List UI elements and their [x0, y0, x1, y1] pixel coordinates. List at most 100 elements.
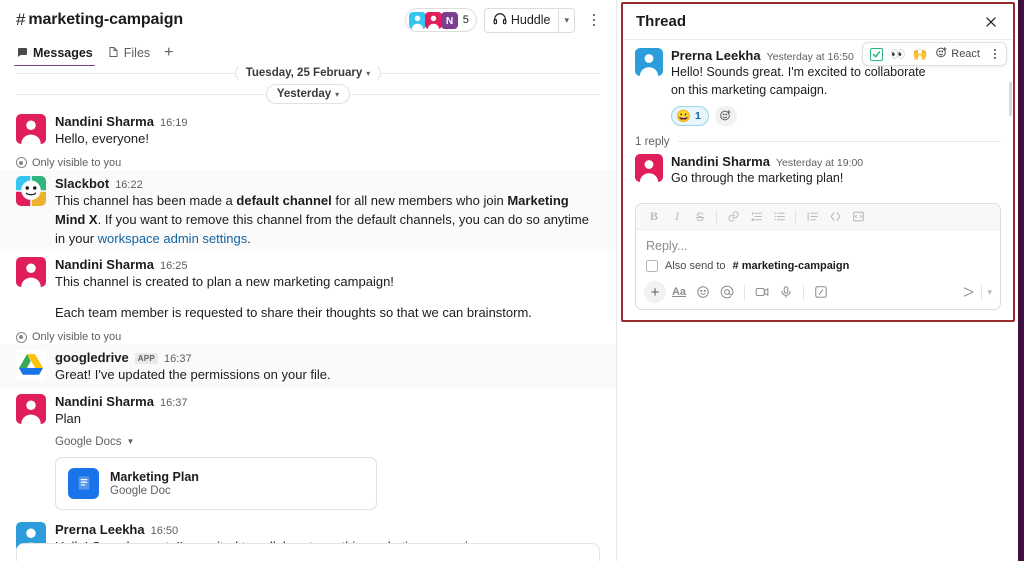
message-text: This channel has been made a default cha…: [55, 192, 600, 249]
chevron-down-icon: ▾: [366, 68, 371, 78]
link-icon[interactable]: [723, 207, 743, 227]
formatting-icon[interactable]: Aa: [668, 281, 690, 303]
chevron-down-icon[interactable]: ▾: [558, 8, 574, 32]
slackbot-text-part1: This channel has been made a: [55, 192, 237, 208]
blockquote-icon[interactable]: [802, 207, 822, 227]
message-item[interactable]: Nandini Sharma 16:25 This channel is cre…: [0, 251, 616, 326]
members-count: 5: [462, 14, 469, 26]
message-author[interactable]: googledrive: [55, 350, 129, 365]
bulleted-list-icon[interactable]: [769, 207, 789, 227]
message-author[interactable]: Prerna Leekha: [671, 48, 761, 63]
message-item[interactable]: Nandini Sharma 16:37 Plan Google Docs ▼ …: [0, 388, 616, 513]
chevron-down-icon[interactable]: ▾: [981, 284, 992, 300]
shortcuts-icon[interactable]: [810, 281, 832, 303]
thread-reply-message[interactable]: Nandini Sharma Yesterday at 19:00 Go thr…: [623, 152, 1013, 190]
grinning-face-icon: 😀: [676, 108, 691, 123]
file-attachment-card[interactable]: Marketing Plan Google Doc: [55, 456, 377, 510]
info-icon: [16, 157, 27, 169]
members-button[interactable]: N 5: [404, 8, 477, 32]
strikethrough-icon[interactable]: S: [690, 207, 710, 227]
message-item[interactable]: googledrive APP 16:37 Great! I've update…: [0, 344, 616, 388]
thread-body[interactable]: 👀 🙌 React Prerna Leekha Yesterday at 16:…: [623, 40, 1013, 195]
message-author[interactable]: Nandini Sharma: [671, 154, 770, 169]
avatar: [635, 48, 663, 76]
close-icon[interactable]: [979, 10, 1003, 34]
message-item[interactable]: Nandini Sharma 16:19 Hello, everyone!: [0, 108, 616, 152]
code-block-icon[interactable]: [848, 207, 868, 227]
message-time: 16:37: [164, 353, 192, 366]
message-item[interactable]: Slackbot 16:22 This channel has been mad…: [0, 169, 616, 252]
message-header: Nandini Sharma 16:25: [55, 257, 600, 272]
also-send-channel: # marketing-campaign: [732, 260, 850, 272]
message-text: Hello! Sounds great. I'm excited to coll…: [671, 65, 926, 97]
message-author[interactable]: Prerna Leekha: [55, 522, 145, 537]
avatar: [16, 350, 46, 381]
chevron-down-icon: ▼: [126, 437, 135, 447]
channel-message-composer[interactable]: [16, 543, 600, 561]
messages-icon: [16, 46, 28, 61]
message-author[interactable]: Nandini Sharma: [55, 394, 154, 409]
message-body: googledrive APP 16:37 Great! I've update…: [55, 350, 600, 385]
code-icon[interactable]: [825, 207, 845, 227]
slack-app-window: # marketing-campaign N 5 Huddle ▾ Messag…: [0, 0, 1024, 561]
bold-icon[interactable]: B: [644, 207, 664, 227]
message-header: Nandini Sharma 16:19: [55, 114, 600, 129]
message-text: Plan: [55, 410, 82, 426]
add-reaction-button[interactable]: [714, 105, 737, 126]
message-time: Yesterday at 19:00: [775, 156, 864, 169]
italic-icon[interactable]: I: [667, 207, 687, 227]
plus-icon[interactable]: +: [644, 281, 666, 303]
composer-actions: + Aa ▾: [636, 278, 1000, 309]
send-icon[interactable]: [957, 281, 981, 303]
channel-more-button[interactable]: [582, 8, 606, 32]
also-send-row[interactable]: Also send to # marketing-campaign: [636, 258, 1000, 278]
message-header: Nandini Sharma 16:37: [55, 394, 600, 409]
channel-tabs: Messages Files +: [0, 40, 616, 67]
files-icon: [107, 46, 119, 61]
message-text: Hello, everyone!: [55, 131, 149, 146]
reaction-count: 1: [694, 109, 701, 122]
thread-scrollbar[interactable]: [1009, 82, 1012, 116]
date-pill-tuesday[interactable]: Tuesday, 25 February ▾: [234, 66, 382, 80]
date-pill-yesterday-label: Yesterday: [276, 88, 332, 100]
message-time: 16:22: [115, 178, 143, 191]
also-send-label: Also send to: [665, 260, 726, 272]
message-list[interactable]: Tuesday, 25 February ▾ Yesterday ▾ Nandi…: [0, 66, 616, 561]
file-source-label[interactable]: Google Docs ▼: [55, 436, 600, 448]
formatting-toolbar: B I S: [636, 204, 1000, 230]
message-time: 16:25: [159, 260, 188, 273]
channel-name: marketing-campaign: [28, 11, 184, 28]
ordered-list-icon[interactable]: [746, 207, 766, 227]
channel-title[interactable]: # marketing-campaign: [16, 10, 183, 30]
file-name: Marketing Plan: [110, 469, 199, 484]
message-header: Nandini Sharma Yesterday at 19:00: [671, 154, 1001, 169]
video-icon[interactable]: [751, 281, 773, 303]
message-time: 16:19: [159, 117, 188, 129]
app-badge: APP: [134, 353, 159, 365]
mention-icon[interactable]: [716, 281, 738, 303]
huddle-main[interactable]: Huddle: [485, 9, 559, 32]
add-tab-button[interactable]: +: [164, 45, 173, 61]
message-author[interactable]: Slackbot: [55, 176, 109, 191]
microphone-icon[interactable]: [775, 281, 797, 303]
message-body: Prerna Leekha Yesterday at 16:50 Hello! …: [671, 48, 929, 126]
reply-input[interactable]: Reply...: [636, 230, 1000, 258]
also-send-checkbox[interactable]: [646, 260, 658, 272]
tab-messages-label: Messages: [33, 46, 93, 60]
message-author[interactable]: Nandini Sharma: [55, 114, 154, 129]
huddle-button[interactable]: Huddle ▾: [483, 7, 575, 33]
thread-title: Thread: [636, 13, 687, 30]
message-author[interactable]: Nandini Sharma: [55, 257, 154, 272]
reaction-chip[interactable]: 😀 1: [671, 105, 709, 126]
date-pill-yesterday[interactable]: Yesterday ▾: [265, 84, 351, 104]
avatar: [16, 114, 46, 144]
emoji-icon[interactable]: [692, 281, 714, 303]
tab-messages[interactable]: Messages: [14, 40, 95, 67]
action-divider: [803, 284, 804, 300]
message-body: Nandini Sharma 16:37 Plan Google Docs ▼ …: [55, 394, 600, 510]
google-doc-icon: [68, 467, 99, 499]
headphones-icon: [493, 12, 507, 29]
workspace-admin-settings-link[interactable]: workspace admin settings: [98, 231, 248, 246]
tab-files[interactable]: Files: [107, 40, 150, 66]
thread-root-message[interactable]: Prerna Leekha Yesterday at 16:50 Hello! …: [623, 40, 1013, 128]
